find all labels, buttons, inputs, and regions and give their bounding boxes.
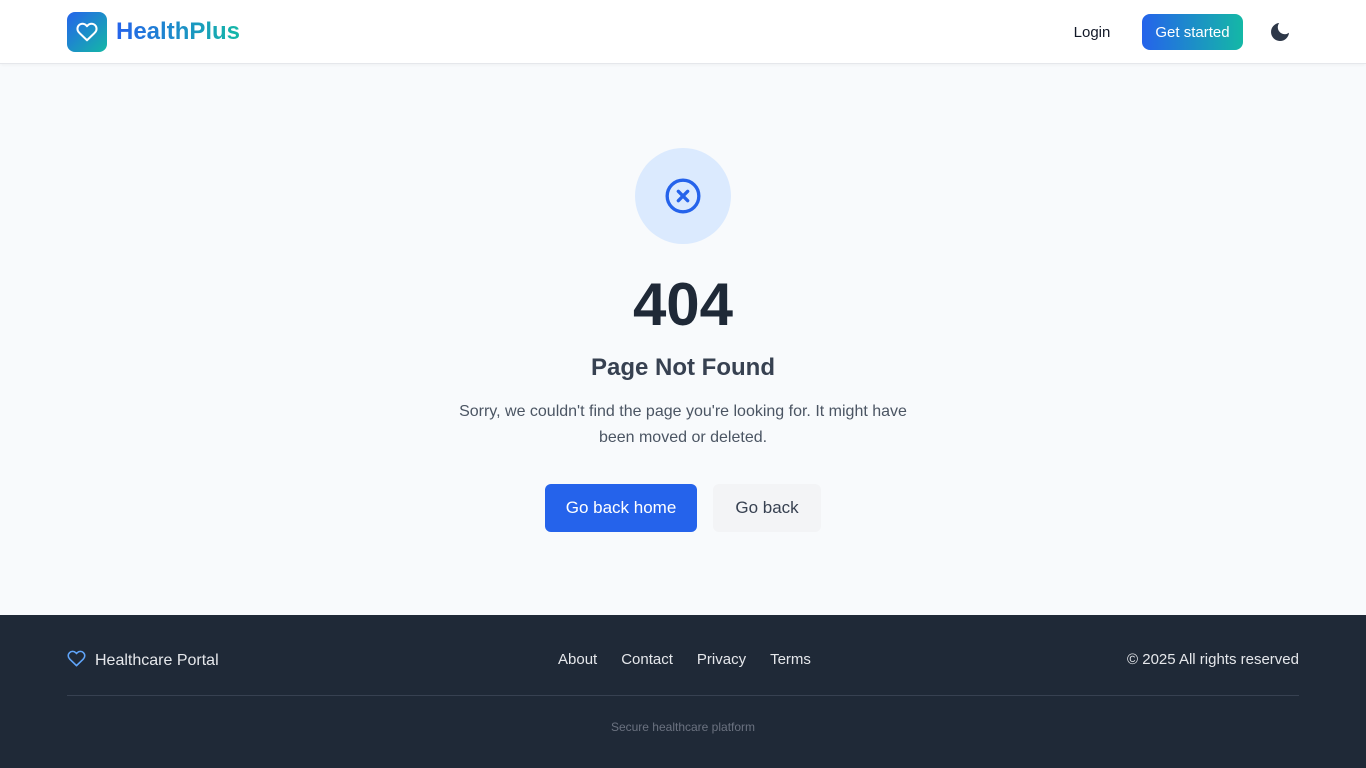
error-title: Page Not Found [591, 354, 775, 381]
brand-logo-link[interactable]: HealthPlus [67, 12, 240, 52]
footer-brand: Healthcare Portal [67, 649, 219, 673]
heart-icon [67, 649, 86, 673]
site-footer: Healthcare Portal About Contact Privacy … [0, 615, 1366, 768]
heart-icon [67, 12, 107, 52]
footer-brand-name: Healthcare Portal [95, 652, 219, 669]
not-found-section: 404 Page Not Found Sorry, we couldn't fi… [0, 65, 1366, 615]
footer-note: Secure healthcare platform [610, 720, 756, 734]
login-link[interactable]: Login [1062, 14, 1122, 50]
copyright-text: © 2025 All rights reserved [1127, 651, 1299, 668]
x-circle-icon [635, 148, 731, 244]
get-started-button[interactable]: Get started [1142, 14, 1243, 50]
footer-divider [67, 695, 1299, 696]
footer-link-privacy[interactable]: Privacy [697, 651, 746, 668]
go-home-button[interactable]: Go back home [545, 484, 697, 532]
error-code: 404 [632, 271, 734, 338]
site-header: HealthPlus Login Get started [0, 0, 1366, 64]
footer-link-about[interactable]: About [558, 651, 597, 668]
footer-nav: About Contact Privacy Terms [558, 651, 835, 668]
error-message: Sorry, we couldn't find the page you're … [459, 403, 907, 446]
footer-link-terms[interactable]: Terms [770, 651, 811, 668]
go-back-button[interactable]: Go back [713, 484, 821, 532]
brand-name: HealthPlus [116, 18, 241, 45]
footer-link-contact[interactable]: Contact [621, 651, 673, 668]
moon-icon[interactable] [1264, 16, 1296, 48]
